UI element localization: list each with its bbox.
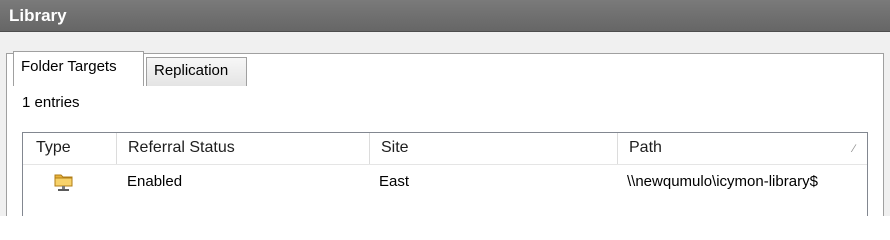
table-row[interactable]: Enabled East \\newqumulo\icymon-library$ [23, 169, 867, 195]
column-header-site-label: Site [381, 139, 409, 156]
column-header-type-label: Type [36, 139, 71, 156]
tab-folder-targets[interactable]: Folder Targets [13, 51, 144, 86]
column-header-referral-status[interactable]: Referral Status [117, 133, 370, 164]
folder-targets-list[interactable]: Type Referral Status Site Path ∕ Enabled… [22, 132, 868, 216]
cell-site: East [379, 173, 410, 190]
column-header-path[interactable]: Path ∕ [618, 133, 867, 164]
folder-share-icon [53, 170, 75, 196]
column-header-path-label: Path [629, 139, 662, 156]
tab-replication[interactable]: Replication [146, 57, 247, 86]
window-title: Library [9, 6, 67, 25]
cell-path: \\newqumulo\icymon-library$ [627, 173, 818, 190]
column-header-referral-status-label: Referral Status [128, 139, 235, 156]
column-header-type[interactable]: Type [23, 133, 117, 164]
list-header: Type Referral Status Site Path ∕ [23, 133, 867, 165]
tab-replication-label: Replication [154, 62, 229, 79]
sort-indicator-icon: ∕ [853, 143, 855, 155]
title-bar: Library [0, 0, 890, 32]
library-window: Library Folder Targets Replication 1 ent… [0, 0, 890, 216]
tab-folder-targets-label: Folder Targets [21, 58, 117, 75]
cell-referral-status: Enabled [127, 173, 183, 190]
column-header-site[interactable]: Site [370, 133, 618, 164]
entry-count: 1 entries [22, 94, 80, 111]
